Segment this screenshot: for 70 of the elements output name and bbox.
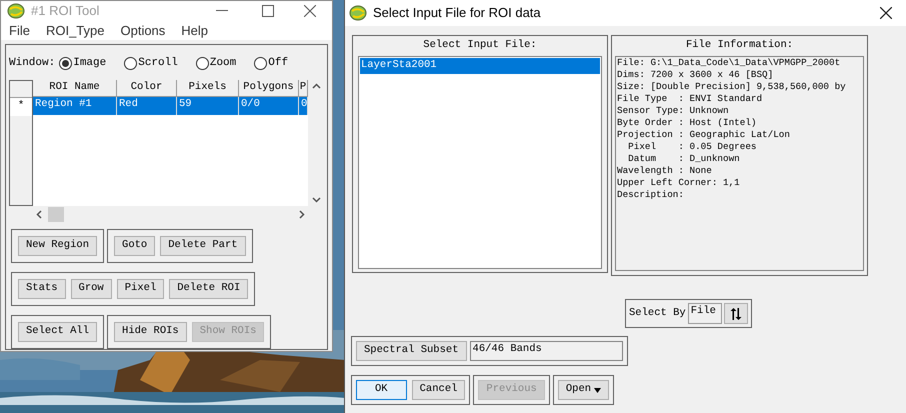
row-marker: * [10,98,32,116]
radio-icon[interactable] [254,56,268,70]
dialog-title: Select Input File for ROI data [373,4,542,22]
button[interactable]: Cancel [412,380,466,400]
minimize-icon[interactable] [216,10,228,12]
caret-icon [594,388,602,392]
column-header: Color [117,80,177,96]
menu-item[interactable]: File [9,20,30,40]
info-line: Size: [Double Precision] 9,538,560,000 by [617,80,847,93]
file-list[interactable]: LayerSta2001 [358,56,602,269]
info-line: Datum : D_unknown [627,152,741,165]
file-item[interactable]: LayerSta2001 [360,58,600,74]
panel-title: File Information: [684,38,794,53]
scroll-up-icon[interactable] [312,82,320,88]
button[interactable]: Hide ROIs [114,322,187,342]
globe-icon [7,2,25,19]
select-by-label: Select By [629,306,686,321]
info-line: File Type : ENVI Standard [617,92,764,105]
close-icon[interactable] [880,7,892,19]
button[interactable]: Grow [70,278,112,298]
scroll-down-icon[interactable] [312,196,320,202]
radio-icon[interactable] [59,56,72,70]
window-title: #1 ROI Tool [31,2,100,20]
info-line: Pixel : 0.05 Degrees [627,140,758,153]
table-cell: Red [117,96,177,114]
info-line: Wavelength : None [617,164,713,177]
radio-option[interactable]: Scroll [124,55,178,72]
column-header: ROI Name [33,80,117,96]
select-by-field[interactable]: File [688,303,722,324]
button[interactable]: Stats [18,278,66,298]
info-line: Projection : Geographic Lat/Lon [617,128,791,141]
info-line: Dims: 7200 x 3600 x 46 [BSQ] [617,68,774,81]
menu-item[interactable]: Help [181,20,208,40]
table-row[interactable]: Region #1 Red 59 0/0 0 [33,96,308,114]
button[interactable]: Spectral Subset [356,341,467,361]
menu-item[interactable]: ROI_Type [46,20,104,40]
dropdown-button[interactable]: Open [558,380,610,400]
button[interactable]: Pixel [116,278,164,298]
menu-item[interactable]: Options [120,20,166,40]
column-header: Pixels [177,80,239,96]
table-cell: 59 [177,96,239,114]
info-line: File: G:\1_Data_Code\1_Data\VPMGPP_2000t [617,56,842,69]
button[interactable]: Delete ROI [169,278,248,298]
radio-option[interactable]: Zoom [196,55,236,72]
button[interactable]: Delete Part [160,236,246,256]
info-line: Byte Order : Host (Intel) [617,116,758,129]
scroll-left-icon[interactable] [36,210,42,218]
button[interactable]: Select All [18,322,98,342]
radio-option[interactable]: Image [59,55,106,72]
column-header: Polygons [239,80,299,96]
info-line: Upper Left Corner: 1,1 [617,176,741,189]
radio-icon[interactable] [196,56,209,70]
info-line: Description: [617,188,685,201]
scroll-right-icon[interactable] [299,210,305,218]
button[interactable]: New Region [18,236,98,256]
button[interactable]: OK [356,380,407,400]
window-label: Window: [9,56,56,71]
maximize-icon[interactable] [262,4,274,17]
sort-button[interactable] [724,303,748,324]
info-line: Sensor Type: Unknown [617,104,730,117]
table-cell: 0/0 [239,96,299,114]
close-icon[interactable] [304,4,316,17]
panel-title: Select Input File: [422,38,538,53]
radio-option[interactable]: Off [254,55,288,72]
sort-arrows-icon [728,308,743,320]
table-cell: Region #1 [33,96,117,114]
globe-icon [349,5,367,21]
button[interactable]: Goto [114,236,156,256]
radio-icon[interactable] [124,56,138,70]
spectral-subset-field[interactable]: 46/46 Bands [470,341,623,361]
